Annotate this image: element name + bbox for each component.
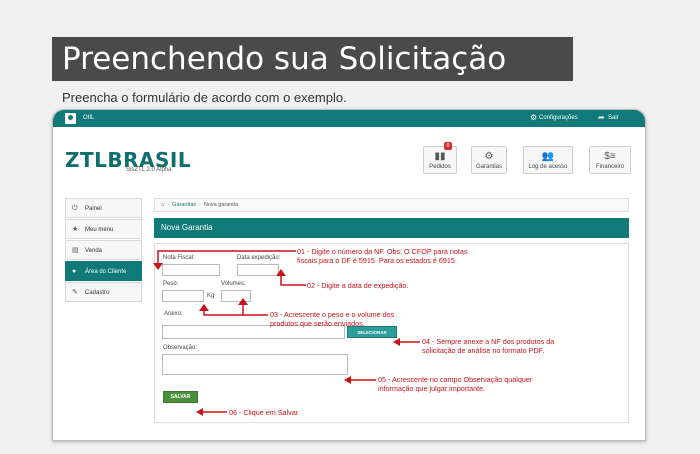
edit-icon: ✎	[72, 289, 78, 296]
documents-icon: ▮▮	[434, 151, 446, 162]
anexo-label: Anexo:	[164, 311, 183, 317]
brand-version: SisZTL 2.0 Alpha	[126, 167, 172, 173]
note-04-line1: 04 - Sempre anexe a NF dos produtos da	[422, 337, 555, 346]
settings-link[interactable]: Configurações	[539, 115, 578, 121]
warranty-form: Nota Fiscal: Data expedição: Peso: Kg Vo…	[154, 243, 629, 423]
access-log-button[interactable]: 👥 Log de acesso	[523, 146, 573, 174]
user-icon	[65, 113, 76, 124]
note-01-line2: fiscais para o DF é 5915. Para os estado…	[297, 256, 457, 265]
app-screenshot: OIIL ⚙ Configurações ➦ Sair ZTLBRASIL Si…	[52, 109, 646, 441]
note-06: 06 - Clique em Salvar	[229, 408, 299, 417]
orders-button[interactable]: 0 ▮▮ Pedidos	[423, 142, 457, 174]
sidebar-item-label: Área do Cliente	[85, 269, 127, 275]
observacao-textarea[interactable]	[162, 354, 348, 375]
volumes-input[interactable]	[221, 290, 251, 302]
peso-input[interactable]	[162, 290, 204, 302]
money-icon: $≡	[604, 151, 616, 162]
banner-subtitle: Preencha o formulário de acordo com o ex…	[62, 90, 347, 105]
orders-badge: 0	[444, 142, 452, 150]
nota-fiscal-input[interactable]	[162, 264, 220, 276]
breadcrumb-garantias[interactable]: Garantias	[172, 202, 196, 208]
panel-title: Nova Garantia	[154, 218, 629, 238]
note-05-line2: informação que julgar importante.	[378, 384, 486, 393]
note-03-line2: produtos que serão enviados.	[270, 319, 365, 328]
cogs-icon: ⚙	[484, 151, 494, 162]
observacao-label: Observação:	[163, 345, 198, 351]
gear-icon[interactable]: ⚙	[530, 113, 537, 122]
data-expedicao-label: Data expedição:	[237, 255, 281, 261]
logout-link[interactable]: Sair	[608, 115, 619, 121]
nota-fiscal-label: Nota Fiscal:	[163, 255, 195, 261]
sidebar-item-painel[interactable]: ⏻ Painel	[65, 198, 142, 218]
save-button[interactable]: SALVAR	[163, 391, 198, 403]
sidebar-item-meu-menu[interactable]: ★ Meu menu	[65, 219, 142, 239]
sidebar-item-cadastro[interactable]: ✎ Cadastro	[65, 282, 142, 302]
sidebar: ⏻ Painel ★ Meu menu ▤ Venda ● Área do Client…	[65, 198, 142, 303]
note-03-line1: 03 - Acrescente o peso e o volume dos	[270, 310, 395, 319]
sidebar-item-label: Cadastro	[85, 290, 110, 296]
sidebar-item-label: Meu menu	[85, 227, 114, 233]
book-icon: ▤	[72, 247, 79, 254]
sidebar-item-label: Venda	[85, 248, 103, 254]
power-icon: ⏻	[72, 205, 78, 212]
breadcrumb-current: Nova garantia	[203, 202, 239, 208]
sidebar-item-area-do-cliente[interactable]: ● Área do Cliente	[65, 261, 142, 281]
star-icon: ★	[72, 226, 79, 233]
note-02: 02 - Digite a data de expedição.	[307, 281, 409, 290]
sidebar-item-venda[interactable]: ▤ Venda	[65, 240, 142, 260]
access-log-label: Log de acesso	[528, 164, 568, 170]
peso-unit: Kg	[207, 293, 215, 299]
data-expedicao-input[interactable]	[237, 264, 279, 276]
note-04-line2: solicitação de análise no formato PDF.	[422, 346, 545, 355]
financial-button[interactable]: $≡ Financeiro	[589, 146, 631, 174]
orders-label: Pedidos	[429, 164, 451, 170]
users-icon: 👥	[541, 151, 555, 162]
sidebar-item-label: Painel	[85, 206, 102, 212]
username: OIIL	[83, 115, 95, 121]
home-icon[interactable]: ⌂	[161, 202, 164, 208]
top-bar: OIIL ⚙ Configurações ➦ Sair	[53, 110, 645, 127]
peso-label: Peso:	[163, 281, 179, 287]
logout-icon[interactable]: ➦	[598, 113, 605, 122]
warranties-button[interactable]: ⚙ Garantias	[471, 146, 507, 174]
warranties-label: Garantias	[475, 164, 502, 170]
note-05-line1: 05 - Acrescente no campo Observação qual…	[378, 375, 533, 384]
banner-title: Preenchendo sua Solicitação	[52, 37, 573, 81]
user-icon: ●	[72, 268, 77, 275]
note-01-line1: 01 - Digite o número da NF. Obs: O CFOP …	[297, 247, 468, 256]
breadcrumb: ⌂ › Garantias › Nova garantia	[154, 198, 629, 212]
volumes-label: Volumes:	[221, 281, 246, 287]
financial-label: Financeiro	[595, 164, 624, 170]
